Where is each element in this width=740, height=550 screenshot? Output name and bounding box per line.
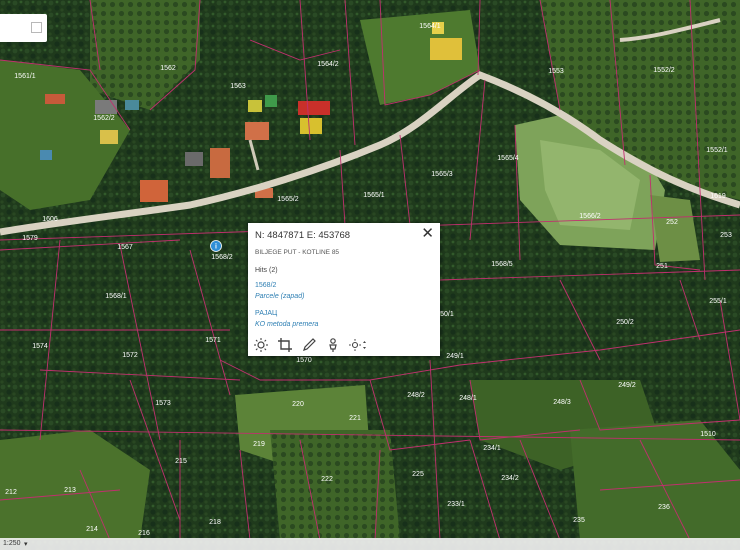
parcel-label: 249/2	[618, 382, 636, 389]
orchard-south	[270, 430, 400, 540]
result-parcel-layer: Parcele (zapad)	[255, 293, 305, 300]
parcel-label: 1510	[700, 431, 716, 438]
parcel-label: 1561/1	[14, 73, 36, 80]
parcel-label: 1552/2	[653, 67, 675, 74]
user-pin-icon[interactable]	[325, 337, 341, 353]
brightness-dropdown-icon[interactable]	[349, 337, 367, 353]
parcel-label: 219	[253, 441, 265, 448]
parcel-label: 1606	[42, 216, 58, 223]
parcel-label: 1568/1	[105, 293, 127, 300]
parcel-label: 248/1	[459, 395, 477, 402]
parcel-label: 249/1	[446, 353, 464, 360]
parcel-label: 218	[209, 519, 221, 526]
parcel-label: 1572	[122, 352, 138, 359]
close-icon[interactable]: ✕	[421, 226, 434, 242]
parcel-label: 1571	[205, 337, 221, 344]
parcel-label: 215	[175, 458, 187, 465]
parcel-label: 222	[321, 476, 333, 483]
crop-icon[interactable]	[277, 337, 293, 353]
parcel-label: 212	[5, 489, 17, 496]
parcel-label: 216	[138, 530, 150, 537]
sun-icon[interactable]	[253, 337, 269, 353]
parcel-label: 1567	[117, 244, 133, 251]
scale-dropdown-icon[interactable]: ▾	[24, 540, 28, 548]
result-cadastre-link[interactable]: РАЈАЦ	[255, 310, 277, 317]
parcel-label: 253	[720, 232, 732, 239]
parcel-label: 248/3	[553, 399, 571, 406]
parcel-label: 235	[573, 517, 585, 524]
popup-address: BILJEGE PUT - KOTLINE 85	[255, 249, 340, 256]
result-cadastre-layer: KO metoda premera	[255, 321, 319, 328]
parcel-label: 1562/2	[93, 115, 115, 122]
search-box[interactable]	[0, 14, 47, 42]
parcel-label: 236	[658, 504, 670, 511]
parcel-label: 1574	[32, 343, 48, 350]
parcel-label: 225	[412, 471, 424, 478]
pencil-icon[interactable]	[301, 337, 317, 353]
parcel-label: 1562	[160, 65, 176, 72]
search-box-icon[interactable]	[31, 22, 42, 33]
result-parcel-link[interactable]: 1568/2	[255, 282, 276, 289]
info-marker[interactable]: i	[210, 240, 222, 252]
popup-coordinates: N: 4847871 E: 453768	[255, 230, 351, 241]
parcel-label: 1566/2	[579, 213, 601, 220]
hits-count: Hits (2)	[255, 267, 278, 274]
parcel-label: 255/1	[709, 298, 727, 305]
parcel-label: 251	[656, 263, 668, 270]
parcel-label: 252	[666, 219, 678, 226]
parcel-label: 1565/3	[431, 171, 453, 178]
parcel-label: 1564/1	[419, 23, 441, 30]
parcel-label: 234/1	[483, 445, 501, 452]
parcel-label: 1565/2	[277, 196, 299, 203]
parcel-label: 250/2	[616, 319, 634, 326]
parcel-label: 1570	[296, 357, 312, 364]
parcel-label: 1563	[230, 83, 246, 90]
parcel-label: 1573	[155, 400, 171, 407]
parcel-label: 1552/1	[706, 147, 728, 154]
parcel-label: 1568/2	[211, 254, 233, 261]
parcel-label: 1619	[710, 193, 726, 200]
scale-bar[interactable]: 1:250 ▾	[0, 538, 740, 550]
parcel-label: 213	[64, 487, 76, 494]
parcel-label: 214	[86, 526, 98, 533]
parcel-label: 1568/5	[491, 261, 513, 268]
parcel-label: 1565/4	[497, 155, 519, 162]
parcel-label: 1564/2	[317, 61, 339, 68]
parcel-label: 1579	[22, 235, 38, 242]
parcel-label: 233/1	[447, 501, 465, 508]
scale-label: 1:250	[3, 540, 21, 547]
identify-popup: N: 4847871 E: 453768 ✕ BILJEGE PUT - KOT…	[248, 223, 440, 356]
info-marker-symbol: i	[215, 244, 217, 251]
parcel-label: 220	[292, 401, 304, 408]
parcel-label: 234/2	[501, 475, 519, 482]
parcel-label: 248/2	[407, 392, 425, 399]
parcel-label: 221	[349, 415, 361, 422]
parcel-label: 1565/1	[363, 192, 385, 199]
parcel-label: 1553	[548, 68, 564, 75]
